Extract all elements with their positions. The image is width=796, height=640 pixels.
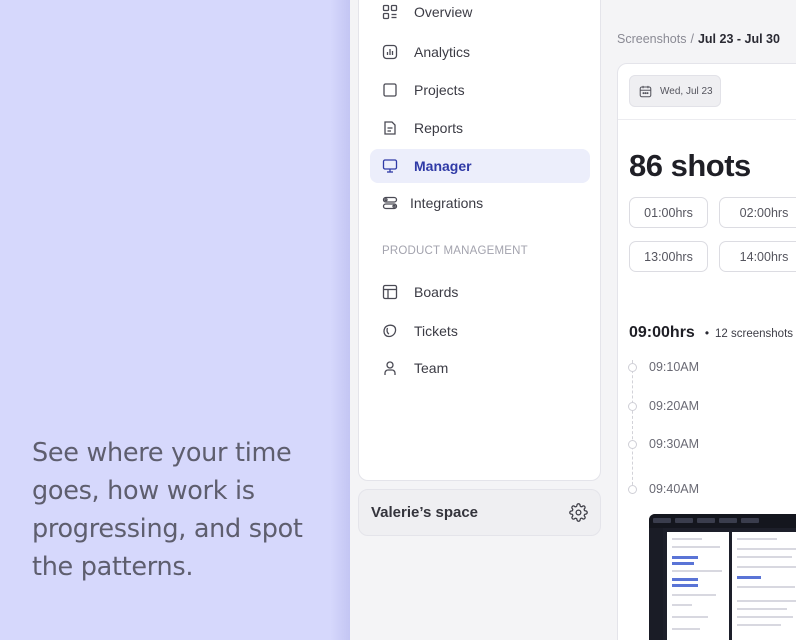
sidebar-item-team[interactable]: Team (370, 351, 590, 385)
promo-text: See where your time goes, how work is pr… (32, 438, 303, 582)
thumbnail-line (672, 570, 722, 572)
timeline-line (632, 360, 633, 490)
sidebar-item-label: Boards (414, 284, 459, 300)
thumbnail-pane-left (667, 532, 729, 640)
date-chip-label: Wed, Jul 23 (660, 85, 713, 97)
thumbnail-line (737, 548, 796, 550)
date-picker-button[interactable]: Wed, Jul 23 (629, 75, 721, 107)
sidebar-item-label: Projects (414, 82, 465, 98)
section-label-product-management: PRODUCT MANAGEMENT (382, 245, 528, 257)
promo-panel: See where your time goes, how work is pr… (0, 0, 350, 640)
thumbnail-line (737, 600, 796, 602)
ticket-icon (382, 323, 398, 339)
thumbnail-line (672, 562, 694, 565)
hour-filter-pill[interactable]: 02:00hrs (719, 197, 796, 228)
screenshot-thumbnail[interactable] (649, 514, 796, 640)
document-icon (382, 120, 398, 136)
thumbnail-tab (675, 518, 693, 523)
thumbnail-line (672, 628, 700, 630)
sidebar-item-manager[interactable]: Manager (370, 149, 590, 183)
sidebar-item-analytics[interactable]: Analytics (370, 35, 590, 69)
thumbnail-sidebar (649, 528, 663, 640)
group-hour: 09:00hrs (629, 324, 695, 341)
calendar-icon (639, 85, 652, 98)
monitor-icon (382, 158, 398, 174)
sidebar-item-label: Tickets (414, 323, 458, 339)
grid-icon (382, 4, 398, 20)
timeline-dot (628, 485, 637, 494)
divider (618, 119, 796, 120)
thumbnail-pane-right (732, 532, 796, 640)
timeline-time[interactable]: 09:30AM (649, 437, 699, 451)
timeline-time[interactable]: 09:10AM (649, 360, 699, 374)
thumbnail-tab (741, 518, 759, 523)
thumbnail-line (737, 556, 792, 558)
workspace-name: Valerie’s space (371, 504, 479, 521)
sidebar-item-label: Analytics (414, 44, 471, 60)
sidebar: Overview Analytics Projects Reports Mana… (358, 0, 601, 481)
thumbnail-tab (719, 518, 737, 523)
timeline-dot (628, 363, 637, 372)
thumbnail-tab (697, 518, 715, 523)
promo-shadow (330, 0, 350, 640)
thumbnail-line (672, 538, 702, 540)
timeline-time[interactable]: 09:40AM (649, 482, 699, 496)
sidebar-item-overview[interactable]: Overview (370, 0, 590, 29)
sidebar-item-label: Manager (414, 158, 472, 174)
breadcrumb-current: Jul 23 - Jul 30 (697, 32, 780, 46)
thumbnail-line (672, 584, 698, 587)
timeline-time[interactable]: 09:20AM (649, 399, 699, 413)
sidebar-item-reports[interactable]: Reports (370, 111, 590, 145)
timeline-dot (628, 402, 637, 411)
thumbnail-line (672, 578, 698, 581)
sidebar-item-boards[interactable]: Boards (370, 275, 590, 309)
folder-icon (382, 82, 398, 98)
shots-count: 86 shots (629, 148, 751, 183)
thumbnail-line (737, 566, 796, 568)
thumbnail-line (737, 616, 793, 618)
sidebar-item-tickets[interactable]: Tickets (370, 314, 590, 348)
hour-group-heading: 09:00hrs • 12 screenshots (629, 324, 793, 342)
group-count: 12 screenshots (715, 328, 794, 340)
workspace-switcher[interactable]: Valerie’s space (358, 489, 601, 536)
thumbnail-line (737, 624, 781, 626)
thumbnail-line (672, 546, 720, 548)
sidebar-item-integrations[interactable]: Integrations (370, 186, 590, 220)
thumbnail-line (737, 586, 795, 588)
sidebar-item-label: Team (414, 360, 449, 376)
thumbnail-line (737, 576, 761, 579)
breadcrumb: Screenshots / Jul 23 - Jul 30 (617, 32, 780, 46)
thumbnail-tab (653, 518, 671, 523)
thumbnail-line (672, 604, 692, 606)
hour-filter-pill[interactable]: 14:00hrs (719, 241, 796, 272)
toggles-icon (382, 195, 398, 211)
board-icon (382, 284, 398, 300)
breadcrumb-parent[interactable]: Screenshots (617, 32, 686, 46)
group-bullet: • (704, 326, 710, 340)
sidebar-item-label: Overview (414, 4, 473, 20)
breadcrumb-separator: / (690, 32, 694, 46)
user-icon (382, 360, 398, 376)
sidebar-item-projects[interactable]: Projects (370, 73, 590, 107)
chart-icon (382, 44, 398, 60)
thumbnail-toolbar (649, 514, 796, 528)
thumbnail-line (737, 538, 777, 540)
thumbnail-line (672, 594, 716, 596)
sidebar-item-label: Reports (414, 120, 464, 136)
sidebar-item-label: Integrations (410, 195, 484, 211)
timeline-dot (628, 440, 637, 449)
thumbnail-line (672, 616, 708, 618)
hour-filter-pill[interactable]: 01:00hrs (629, 197, 708, 228)
hour-filter-pill[interactable]: 13:00hrs (629, 241, 708, 272)
thumbnail-line (737, 608, 787, 610)
thumbnail-line (672, 556, 698, 559)
gear-icon[interactable] (569, 503, 588, 522)
screenshots-panel: Wed, Jul 23 86 shots 01:00hrs 02:00hrs 1… (617, 63, 796, 640)
